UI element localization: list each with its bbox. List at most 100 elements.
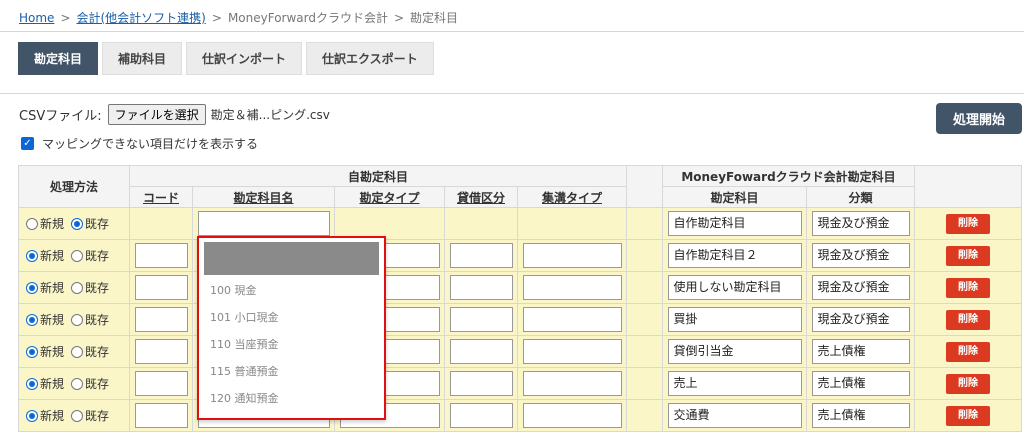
breadcrumb-kaikei-link[interactable]: 会計(他会計ソフト連携): [77, 11, 206, 25]
code-input[interactable]: [134, 307, 188, 332]
choose-file-button[interactable]: ファイルを選択: [107, 104, 206, 125]
mf-account-input[interactable]: 自作勘定科目２: [667, 243, 802, 268]
account-name-cell: [192, 207, 335, 240]
mf-account-cell: 貸倒引当金: [662, 335, 807, 368]
mf-category-input[interactable]: 現金及び預金: [811, 243, 910, 268]
debit-credit-input[interactable]: [449, 275, 513, 300]
code-input[interactable]: [134, 371, 188, 396]
dropdown-option[interactable]: 120 通知預金: [210, 390, 279, 406]
aggregation-type-cell: [517, 399, 627, 432]
aggregation-type-input[interactable]: [522, 243, 622, 268]
debit-credit-input[interactable]: [449, 403, 513, 428]
mf-category-input[interactable]: 現金及び預金: [811, 307, 910, 332]
mf-category-input[interactable]: 売上債権: [811, 403, 910, 428]
aggregation-type-input[interactable]: [522, 339, 622, 364]
radio-new[interactable]: [26, 282, 38, 294]
radio-new[interactable]: [26, 218, 38, 230]
code-input[interactable]: [134, 275, 188, 300]
account-type-column-header[interactable]: 勘定タイプ: [334, 186, 445, 208]
mf-account-input[interactable]: 貸倒引当金: [667, 339, 802, 364]
action-cell: 削除: [914, 239, 1022, 272]
mf-account-input[interactable]: 交通費: [667, 403, 802, 428]
debit-credit-input[interactable]: [449, 339, 513, 364]
tab-hojo-kamoku[interactable]: 補助科目: [102, 42, 183, 75]
tab-kanjo-kamoku[interactable]: 勘定科目: [18, 42, 99, 75]
aggregation-type-cell: [517, 239, 627, 272]
code-cell: [129, 207, 193, 240]
delete-button[interactable]: 削除: [946, 245, 990, 266]
dropdown-option[interactable]: 115 普通預金: [210, 363, 279, 379]
aggregation-type-input[interactable]: [522, 275, 622, 300]
account-name-input[interactable]: [197, 211, 330, 236]
code-input[interactable]: [134, 403, 188, 428]
mf-category-input[interactable]: 売上債権: [811, 339, 910, 364]
action-header: [914, 165, 1022, 208]
delete-button[interactable]: 削除: [946, 213, 990, 234]
aggregation-type-input[interactable]: [522, 307, 622, 332]
mf-account-input[interactable]: 売上: [667, 371, 802, 396]
aggregation-type-column-header[interactable]: 集溝タイプ: [517, 186, 627, 208]
radio-existing[interactable]: [71, 314, 84, 326]
radio-new[interactable]: [26, 378, 38, 390]
mf-category-input[interactable]: 売上債権: [811, 371, 910, 396]
aggregation-type-input[interactable]: [522, 371, 622, 396]
mf-category-cell: 現金及び預金: [806, 207, 915, 240]
radio-existing[interactable]: [71, 250, 84, 262]
radio-existing[interactable]: [71, 218, 84, 230]
radio-new[interactable]: [26, 410, 38, 422]
spacer-cell: [626, 239, 663, 272]
debit-credit-cell: [444, 239, 518, 272]
code-input[interactable]: [134, 339, 188, 364]
delete-button[interactable]: 削除: [946, 373, 990, 394]
radio-new-label: 新規: [40, 409, 65, 423]
debit-credit-input[interactable]: [449, 243, 513, 268]
radio-existing[interactable]: [71, 378, 84, 390]
csv-file-row: CSVファイル: ファイルを選択 勘定＆補...ピング.csv: [19, 104, 330, 125]
tab-shiwake-export[interactable]: 仕訳エクスポート: [306, 42, 434, 75]
delete-button[interactable]: 削除: [946, 309, 990, 330]
code-input[interactable]: [134, 243, 188, 268]
dropdown-option[interactable]: 100 現金: [210, 282, 257, 298]
aggregation-type-input[interactable]: [522, 403, 622, 428]
method-cell: 新規 既存: [18, 271, 130, 304]
mapping-table: 処理方法 自勘定科目 MoneyFowardクラウド会計勘定科目 コード 勘定科…: [18, 165, 1022, 432]
delete-button[interactable]: 削除: [946, 405, 990, 426]
dropdown-option[interactable]: 101 小口現金: [210, 309, 279, 325]
radio-existing[interactable]: [71, 346, 84, 358]
breadcrumb-home-link[interactable]: Home: [19, 11, 54, 25]
mf-account-input[interactable]: 自作勘定科目: [667, 211, 802, 236]
radio-new[interactable]: [26, 346, 38, 358]
delete-button[interactable]: 削除: [946, 341, 990, 362]
account-type-cell: [334, 207, 445, 240]
tab-shiwake-import[interactable]: 仕訳インポート: [186, 42, 303, 75]
mf-category-input[interactable]: 現金及び預金: [811, 211, 910, 236]
debit-credit-input[interactable]: [449, 371, 513, 396]
radio-new[interactable]: [26, 250, 38, 262]
radio-existing-label: 既存: [85, 377, 110, 391]
debit-credit-cell: [444, 207, 518, 240]
start-processing-button[interactable]: 処理開始: [936, 103, 1022, 134]
radio-existing[interactable]: [71, 282, 84, 294]
account-name-column-header[interactable]: 勘定科目名: [192, 186, 335, 208]
delete-button[interactable]: 削除: [946, 277, 990, 298]
action-cell: 削除: [914, 207, 1022, 240]
method-header: 処理方法: [18, 165, 130, 208]
mf-account-input[interactable]: 使用しない勘定科目: [667, 275, 802, 300]
breadcrumb-mf: MoneyForwardクラウド会計: [227, 11, 388, 25]
code-cell: [129, 271, 193, 304]
dropdown-option[interactable]: 110 当座預金: [210, 336, 279, 352]
radio-new-label: 新規: [40, 281, 65, 295]
action-cell: 削除: [914, 399, 1022, 432]
divider: [0, 31, 1024, 32]
dropdown-highlighted-option[interactable]: [204, 242, 379, 275]
radio-new[interactable]: [26, 314, 38, 326]
divider: [0, 93, 1024, 94]
code-column-header[interactable]: コード: [129, 186, 193, 208]
filter-checkbox[interactable]: ✓: [21, 137, 34, 150]
mf-account-input[interactable]: 買掛: [667, 307, 802, 332]
debit-credit-input[interactable]: [449, 307, 513, 332]
mf-category-input[interactable]: 現金及び預金: [811, 275, 910, 300]
method-cell: 新規 既存: [18, 303, 130, 336]
debit-credit-column-header[interactable]: 貸借区分: [444, 186, 518, 208]
radio-existing[interactable]: [71, 410, 84, 422]
